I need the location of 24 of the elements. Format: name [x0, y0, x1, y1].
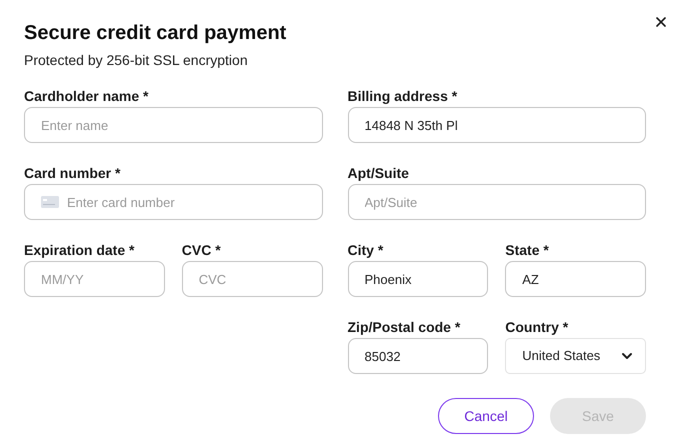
field-label: Card number *: [24, 164, 122, 182]
field-label: CVC *: [182, 241, 222, 259]
country-select[interactable]: United States: [505, 338, 646, 374]
field-label: City *: [348, 241, 384, 259]
input-field[interactable]: Enter name: [24, 107, 322, 143]
input-field[interactable]: AZ: [505, 261, 646, 297]
field-label: Billing address *: [348, 87, 458, 105]
input-field[interactable]: 14848 N 35th Pl: [348, 107, 646, 143]
input-field[interactable]: Enter card number: [24, 184, 322, 220]
input-field[interactable]: 85032: [348, 338, 488, 374]
input-field[interactable]: Apt/Suite: [348, 184, 646, 220]
field-label: State *: [505, 241, 550, 259]
dialog-subtitle: Protected by 256-bit SSL encryption: [24, 51, 249, 69]
input-field[interactable]: Phoenix: [348, 261, 488, 297]
cancel-button[interactable]: Cancel: [438, 398, 534, 434]
close-icon: [653, 14, 669, 30]
field-label: Apt/Suite: [348, 164, 410, 182]
dialog-title: Secure credit card payment: [24, 21, 288, 46]
field-label: Zip/Postal code *: [348, 318, 462, 336]
input-field[interactable]: MM/YY: [24, 261, 165, 297]
field-label: Country *: [505, 318, 570, 336]
input-field[interactable]: CVC: [182, 261, 322, 297]
field-label: Cardholder name *: [24, 87, 150, 105]
field-label: Expiration date *: [24, 241, 136, 259]
